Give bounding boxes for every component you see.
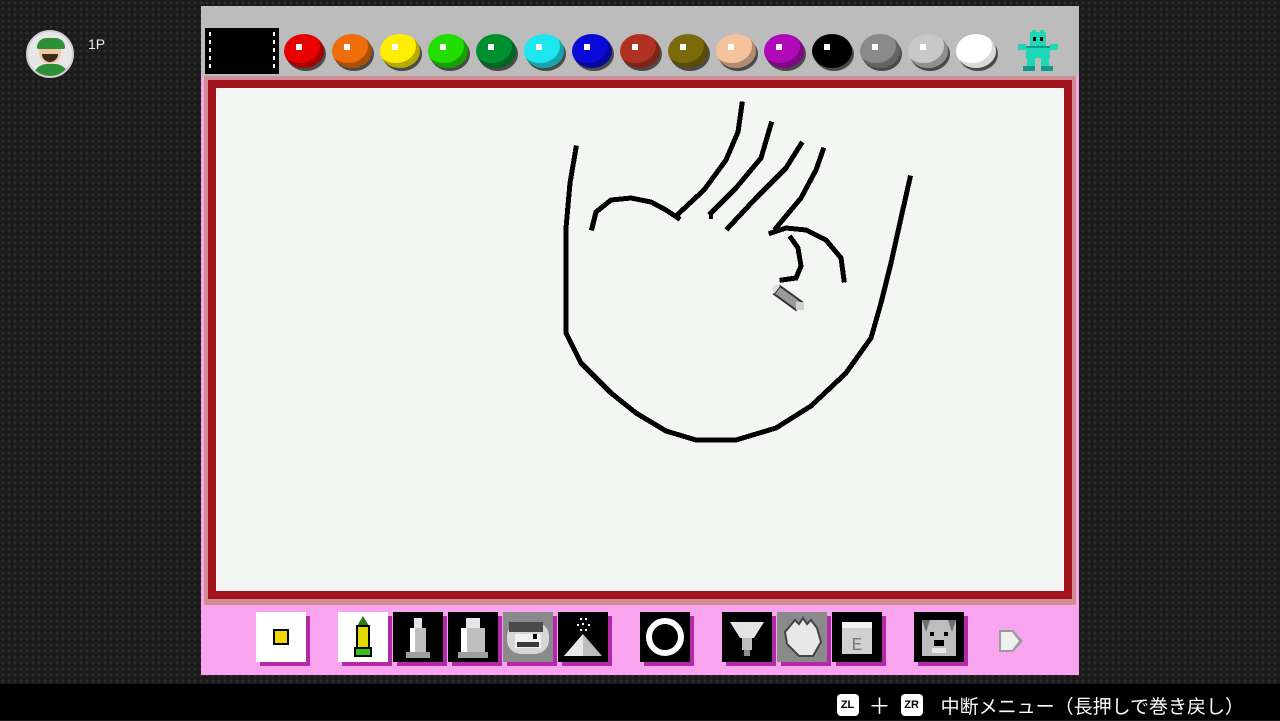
marker-icon[interactable]: [393, 612, 443, 662]
mii-avatar-icon: [26, 30, 74, 78]
drawing-stroke-hair-1: [672, 101, 745, 220]
plus-sign: ＋: [868, 695, 891, 720]
drawing: [563, 101, 913, 443]
dog-stamp-icon[interactable]: [914, 612, 964, 662]
pencil-cursor-icon: [772, 284, 804, 312]
color-swatch[interactable]: [284, 34, 324, 68]
color-swatch[interactable]: [908, 34, 948, 68]
color-swatch[interactable]: [380, 34, 420, 68]
zr-button-icon: ZR: [900, 694, 923, 716]
color-palette-bar: [201, 6, 1079, 76]
player-indicator: 1P: [26, 30, 105, 78]
suspend-menu-text: 中断メニュー（長押しで巻き戻し）: [940, 695, 1244, 718]
system-footer: ZL ＋ ZR 中断メニュー（長押しで巻き戻し）: [0, 684, 1280, 720]
player-label: 1P: [88, 36, 106, 52]
spray-icon[interactable]: [558, 612, 608, 662]
circle-shape-icon[interactable]: [640, 612, 690, 662]
color-swatch[interactable]: [572, 34, 612, 68]
tool-bar: E: [201, 606, 1079, 675]
color-swatch[interactable]: [668, 34, 708, 68]
color-swatch[interactable]: [428, 34, 468, 68]
drawing-stroke-eye: [779, 234, 804, 283]
drawing-canvas[interactable]: [216, 88, 1064, 591]
zl-button-icon: ZL: [836, 694, 859, 716]
next-page-arrow-icon[interactable]: [997, 628, 1025, 654]
canvas-frame: [204, 76, 1076, 605]
svg-text:E: E: [852, 636, 863, 656]
color-swatch[interactable]: [332, 34, 372, 68]
drawing-stroke-brow-right: [767, 225, 847, 283]
color-swatch[interactable]: [860, 34, 900, 68]
color-swatch[interactable]: [716, 34, 756, 68]
drawing-stroke-hair-4: [772, 146, 827, 232]
pencil-icon[interactable]: [338, 612, 388, 662]
eraser-icon[interactable]: E: [832, 612, 882, 662]
color-swatch[interactable]: [764, 34, 804, 68]
game-screen: E: [201, 6, 1079, 675]
paint-bucket-icon[interactable]: [722, 612, 772, 662]
drawing-stroke-face: [563, 145, 913, 443]
mario-stamp-icon[interactable]: [503, 612, 553, 662]
yellow-square-brush-icon[interactable]: [256, 612, 306, 662]
color-swatch[interactable]: [812, 34, 852, 68]
robot-stamp-icon[interactable]: [1013, 30, 1063, 72]
drawing-stroke-brow-left: [588, 195, 682, 232]
suspend-menu-hint: ZL ＋ ZR 中断メニュー（長押しで巻き戻し）: [836, 689, 1244, 721]
color-swatch[interactable]: [620, 34, 660, 68]
hand-icon[interactable]: [777, 612, 827, 662]
film-strip-icon[interactable]: [205, 28, 279, 74]
color-swatch[interactable]: [524, 34, 564, 68]
color-swatch[interactable]: [476, 34, 516, 68]
thick-marker-icon[interactable]: [448, 612, 498, 662]
color-swatch[interactable]: [956, 34, 996, 68]
